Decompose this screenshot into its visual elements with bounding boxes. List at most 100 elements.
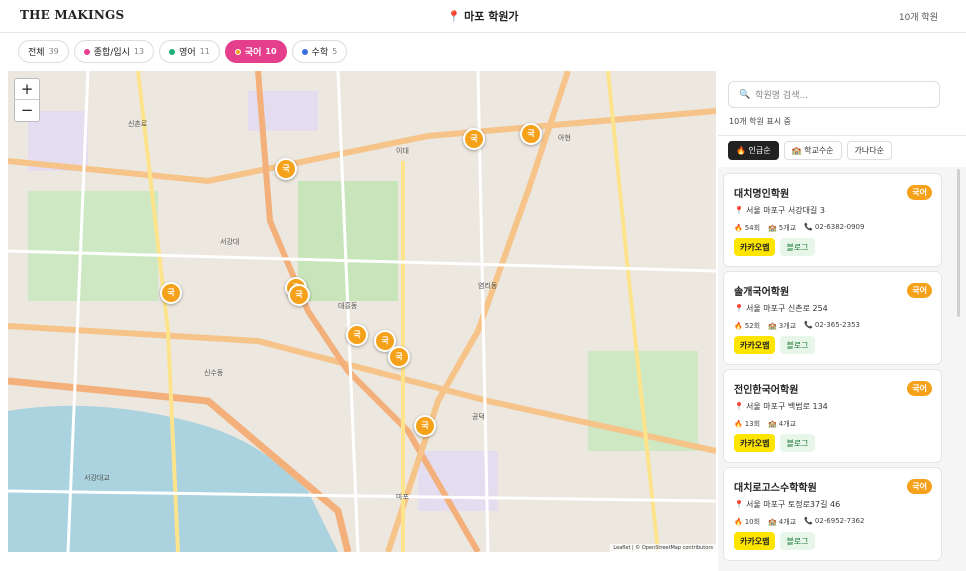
map-pin-icon: 📍 (734, 304, 744, 313)
map-pin-icon: 📍 (734, 500, 744, 509)
sort-alphabetical[interactable]: 가나다순 (846, 141, 892, 160)
search-input[interactable]: 🔍 학원명 검색... (728, 81, 940, 108)
zoom-control: + − (14, 78, 40, 122)
phone-icon: 📞 (804, 517, 813, 525)
filter-all[interactable]: 전체 39 (18, 40, 69, 63)
academy-address: 서울 마포구 서강대길 3 (745, 206, 825, 215)
map-pin-icon: 📍 (734, 206, 744, 215)
map-tiles (8, 71, 716, 552)
academy-marker[interactable]: 국 (160, 282, 182, 304)
filter-general[interactable]: 종합/입시 13 (73, 40, 155, 63)
filter-english[interactable]: 영어 11 (159, 40, 220, 63)
phone-icon: 📞 (804, 223, 813, 231)
academy-list[interactable]: 대치명인학원 국어 📍 서울 마포구 서강대길 3 🔥 54회 🏫 5개교 📞 02-6… (718, 167, 966, 571)
academy-address: 서울 마포구 백범로 134 (745, 402, 828, 411)
academy-name: 대치로고스수학학원 (734, 483, 817, 494)
school-icon: 🏫 (768, 518, 777, 526)
map-pin-icon: 📍 (447, 10, 462, 23)
category-badge: 국어 (907, 479, 932, 494)
school-count: 4개교 (778, 518, 797, 526)
dot-icon (169, 48, 176, 55)
divider (718, 135, 966, 136)
popularity: 54회 (744, 224, 761, 232)
sort-options: 🔥 인급순 🏫 학교수순 가나다순 (728, 141, 892, 160)
popularity: 10회 (744, 518, 761, 526)
school-count: 4개교 (778, 420, 797, 428)
academy-address: 서울 마포구 신촌로 254 (745, 304, 828, 313)
map-attribution[interactable]: Leaflet | © OpenStreetMap contributors (610, 544, 716, 552)
academy-marker[interactable]: 국 (275, 158, 297, 180)
scrollbar[interactable] (957, 169, 960, 317)
fire-icon: 🔥 (734, 224, 743, 232)
academy-marker[interactable]: 국 (463, 128, 485, 150)
popularity: 13회 (744, 420, 761, 428)
list-item[interactable]: 대치로고스수학학원 국어 📍 서울 마포구 토정로37길 46 🔥 10회 🏫 4개교… (723, 467, 942, 561)
academy-marker[interactable]: 국 (388, 346, 410, 368)
academy-marker[interactable]: 국 (414, 415, 436, 437)
academy-marker[interactable]: 국 (288, 284, 310, 306)
location-title: 📍 마포 학원가 (0, 8, 966, 24)
sort-school-count[interactable]: 🏫 학교수순 (783, 141, 842, 160)
map-label: 아현 (558, 134, 571, 142)
map-label: 신촌로 (128, 120, 148, 128)
category-badge: 국어 (907, 381, 932, 396)
academy-marker[interactable]: 국 (520, 123, 542, 145)
academy-list-panel: 🔍 학원명 검색... 10개 학원 표시 중 🔥 인급순 🏫 학교수순 가나다… (718, 71, 966, 571)
kakao-map-button[interactable]: 카카오맵 (734, 336, 776, 354)
search-placeholder: 학원명 검색... (755, 91, 809, 101)
academy-count: 10개 학원 (898, 13, 938, 23)
map-label: 이대 (396, 147, 409, 155)
phone-number[interactable]: 02-6952-7362 (815, 517, 865, 525)
phone-number[interactable]: 02-6382-0909 (815, 223, 865, 231)
list-item[interactable]: 대치명인학원 국어 📍 서울 마포구 서강대길 3 🔥 54회 🏫 5개교 📞 02-6… (723, 173, 942, 267)
map-view[interactable]: 신촌로 서강대교 마포 서강대 이대 아현 공덕 신수동 대흥동 염리동 + −… (8, 71, 716, 552)
zoom-out-button[interactable]: − (15, 100, 39, 121)
map-label: 공덕 (472, 413, 485, 421)
map-label: 서강대교 (84, 474, 110, 482)
dot-icon (301, 48, 308, 55)
sort-popular[interactable]: 🔥 인급순 (728, 141, 779, 160)
kakao-map-button[interactable]: 카카오맵 (734, 238, 776, 256)
blog-button[interactable]: 블로그 (780, 238, 815, 256)
map-pin-icon: 📍 (734, 402, 744, 411)
popularity: 52회 (744, 322, 761, 330)
kakao-map-button[interactable]: 카카오맵 (734, 532, 776, 550)
map-label: 신수동 (204, 369, 224, 377)
fire-icon: 🔥 (734, 518, 743, 526)
school-icon: 🏫 (768, 420, 777, 428)
location-label: 마포 학원가 (464, 10, 519, 23)
category-badge: 국어 (907, 283, 932, 298)
dot-icon (83, 48, 90, 55)
category-filters: 전체 39 종합/입시 13 영어 11 국어 10 수학 5 (18, 40, 348, 64)
phone-icon: 📞 (804, 321, 813, 329)
academy-name: 솔개국어학원 (734, 287, 790, 298)
school-count: 5개교 (778, 224, 797, 232)
fire-icon: 🔥 (734, 420, 743, 428)
school-count: 3개교 (778, 322, 797, 330)
dot-icon (234, 48, 241, 55)
zoom-in-button[interactable]: + (15, 79, 39, 100)
list-item[interactable]: 솔개국어학원 국어 📍 서울 마포구 신촌로 254 🔥 52회 🏫 3개교 📞 02-… (723, 271, 942, 365)
blog-button[interactable]: 블로그 (780, 532, 815, 550)
filter-math[interactable]: 수학 5 (291, 40, 348, 63)
academy-name: 대치명인학원 (734, 189, 790, 200)
school-icon: 🏫 (768, 224, 777, 232)
academy-address: 서울 마포구 토정로37길 46 (745, 500, 841, 509)
phone-number[interactable]: 02-365-2353 (815, 321, 860, 329)
map-label: 서강대 (220, 238, 240, 246)
blog-button[interactable]: 블로그 (780, 434, 815, 452)
academy-marker[interactable]: 국 (346, 324, 368, 346)
academy-name: 전인한국어학원 (734, 385, 799, 396)
list-item[interactable]: 전인한국어학원 국어 📍 서울 마포구 백범로 134 🔥 13회 🏫 4개교 카카오… (723, 369, 942, 463)
school-icon: 🏫 (768, 322, 777, 330)
kakao-map-button[interactable]: 카카오맵 (734, 434, 776, 452)
filter-korean[interactable]: 국어 10 (224, 40, 287, 63)
map-label: 마포 (396, 493, 409, 501)
map-label: 대흥동 (338, 302, 358, 310)
category-badge: 국어 (907, 185, 932, 200)
map-label: 염리동 (478, 282, 498, 290)
blog-button[interactable]: 블로그 (780, 336, 815, 354)
top-header: THE MAKINGS 📍 마포 학원가 10개 학원 (0, 0, 966, 33)
fire-icon: 🔥 (734, 322, 743, 330)
search-icon: 🔍 (739, 89, 751, 100)
